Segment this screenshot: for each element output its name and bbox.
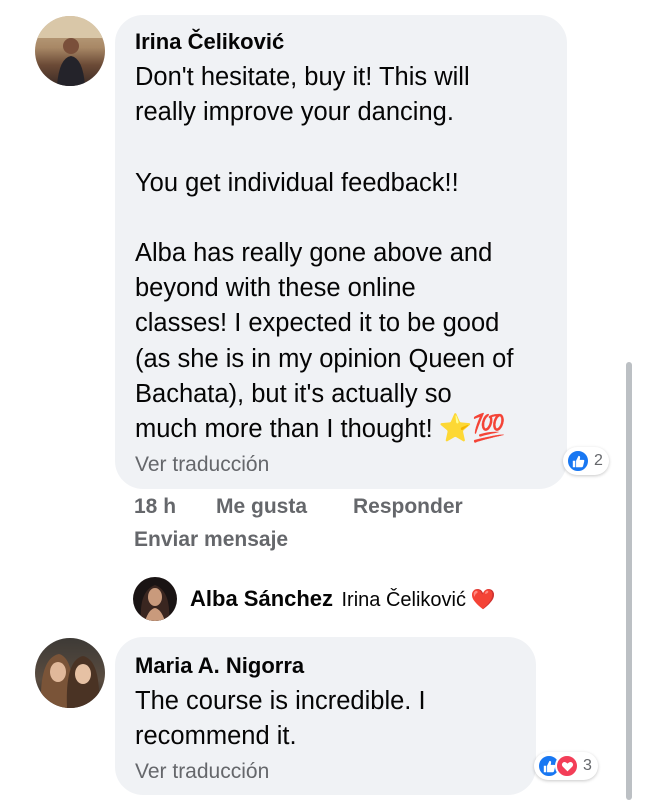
like-button[interactable]: Me gusta [216, 495, 307, 519]
like-icon [566, 449, 590, 473]
comment-text: Don't hesitate, buy it! This will really… [135, 60, 555, 447]
comment-bubble-irina: Irina Čeliković Don't hesitate, buy it! … [115, 15, 567, 489]
comment-body: Don't hesitate, buy it! This will really… [135, 63, 514, 444]
person-photo [35, 16, 105, 86]
reaction-summary-irina[interactable]: 2 [563, 447, 609, 475]
avatar-maria[interactable] [35, 638, 105, 708]
reaction-count: 2 [594, 452, 603, 469]
comment-body: The course is incredible. I recommend it… [135, 687, 426, 751]
heart-emoji: ❤️ [470, 589, 496, 611]
reply-preview[interactable]: Alba Sánchez Irina Čeliković ❤️ [190, 586, 495, 612]
comment-bubble-maria: Maria A. Nigorra The course is incredibl… [115, 637, 536, 795]
send-message-button[interactable]: Enviar mensaje [134, 528, 288, 552]
reply-author[interactable]: Alba Sánchez [190, 586, 333, 611]
scrollbar[interactable] [626, 362, 632, 800]
comment-author[interactable]: Maria A. Nigorra [135, 653, 304, 679]
hundred-emoji: 💯 [472, 413, 506, 444]
star-emoji: ⭐ [438, 413, 473, 444]
avatar-irina[interactable] [35, 16, 105, 86]
comment-time[interactable]: 18 h [134, 495, 176, 519]
person-photo [40, 654, 100, 708]
reaction-summary-maria[interactable]: 3 [534, 752, 598, 780]
reply-button[interactable]: Responder [353, 495, 463, 519]
comment-author[interactable]: Irina Čeliković [135, 29, 284, 55]
person-photo [140, 585, 170, 621]
reaction-count: 3 [583, 757, 592, 774]
reply-mention[interactable]: Irina Čeliković [342, 589, 466, 611]
love-icon [555, 754, 579, 778]
see-translation-link[interactable]: Ver traducción [135, 453, 269, 477]
avatar-alba[interactable] [133, 577, 177, 621]
see-translation-link[interactable]: Ver traducción [135, 760, 269, 784]
